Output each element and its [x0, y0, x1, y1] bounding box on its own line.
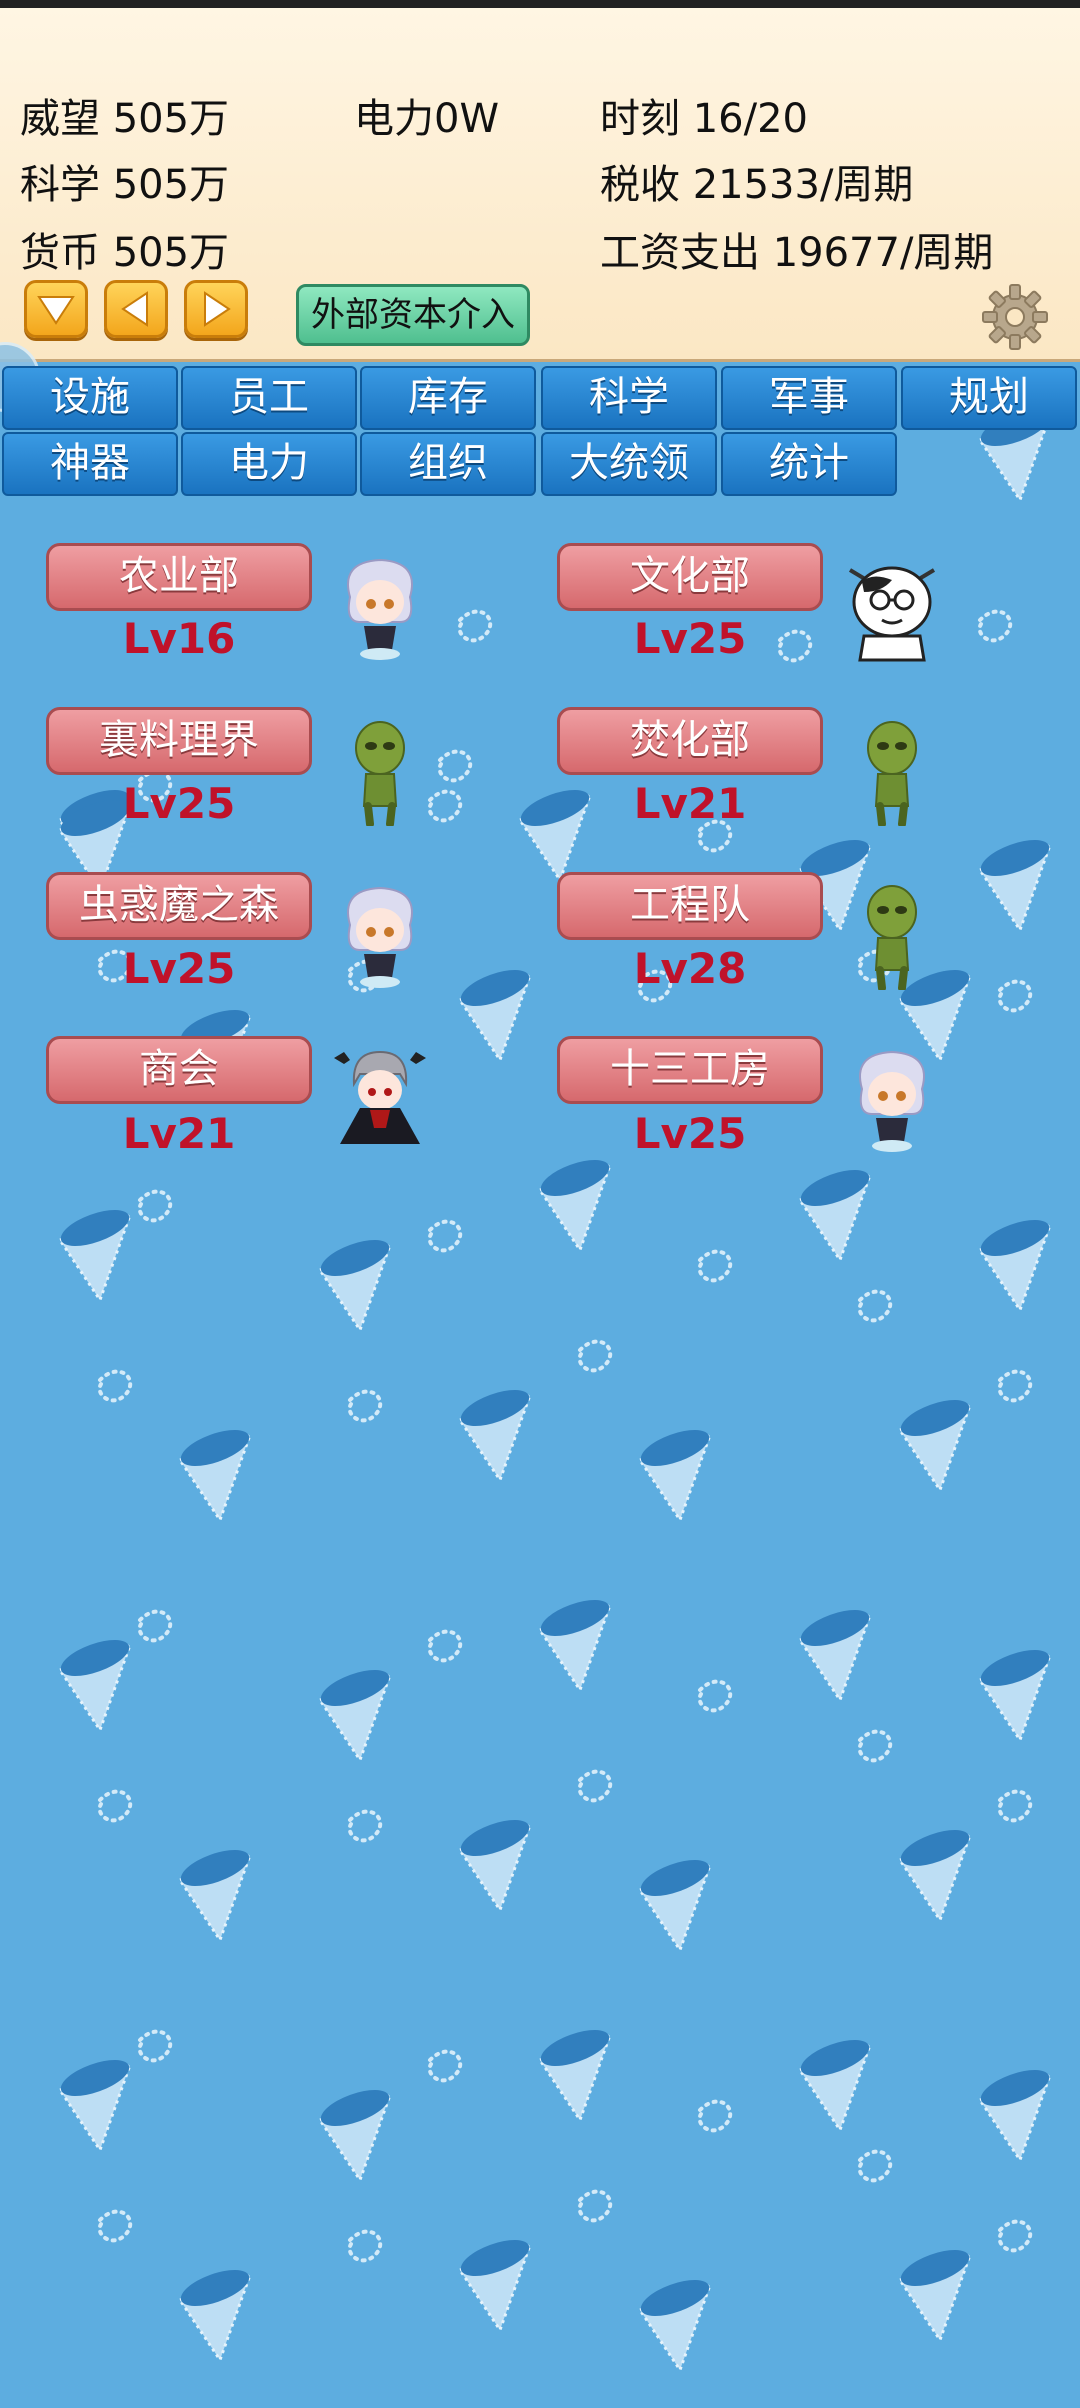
- tab-statistics[interactable]: 统计: [721, 432, 897, 496]
- dept-button-incineration[interactable]: 焚化部: [557, 707, 823, 775]
- tab-staff[interactable]: 员工: [181, 366, 357, 430]
- tab-science[interactable]: 科学: [541, 366, 717, 430]
- silver-hair-girl-avatar: [347, 558, 413, 660]
- silver-hair-girl-avatar: [859, 1050, 925, 1152]
- top-bar: [0, 0, 1080, 8]
- power-stat: 电力0W: [354, 96, 499, 142]
- tab-president[interactable]: 大统领: [541, 432, 717, 496]
- dept-button-thirteen-workshop[interactable]: 十三工房: [557, 1036, 823, 1104]
- dept-level: Lv21: [633, 779, 747, 828]
- dept-level: Lv25: [633, 614, 747, 663]
- dept-button-engineering[interactable]: 工程队: [557, 872, 823, 940]
- tab-military[interactable]: 军事: [721, 366, 897, 430]
- tab-inventory[interactable]: 库存: [360, 366, 536, 430]
- dept-button-cuisine[interactable]: 裏料理界: [46, 707, 312, 775]
- vampire-avatar: [334, 1050, 426, 1144]
- dept-level: Lv28: [633, 944, 747, 993]
- dept-level: Lv21: [122, 1109, 236, 1158]
- tab-power[interactable]: 电力: [181, 432, 357, 496]
- left-button[interactable]: [104, 280, 168, 338]
- wages-stat: 工资支出 19677/周期: [600, 230, 994, 276]
- currency-stat: 货币 505万: [20, 230, 230, 276]
- silver-hair-girl-avatar: [347, 886, 413, 988]
- gear-icon[interactable]: [980, 282, 1050, 352]
- green-goblin-avatar: [355, 721, 405, 826]
- tab-facilities[interactable]: 设施: [2, 366, 178, 430]
- dept-button-agriculture[interactable]: 农业部: [46, 543, 312, 611]
- status-header: 威望 505万 电力0W 时刻 16/20 科学 505万 税收 21533/周…: [0, 0, 1080, 362]
- tab-artifacts[interactable]: 神器: [2, 432, 178, 496]
- green-goblin-avatar: [867, 721, 917, 826]
- dept-level: Lv25: [122, 944, 236, 993]
- cow-with-glasses-avatar: [848, 566, 936, 662]
- dept-level: Lv25: [122, 779, 236, 828]
- prestige-stat: 威望 505万: [20, 96, 230, 142]
- external-capital-button[interactable]: 外部资本介入: [296, 284, 530, 346]
- dept-level: Lv25: [633, 1109, 747, 1158]
- right-button[interactable]: [184, 280, 248, 338]
- time-stat: 时刻 16/20: [600, 96, 808, 142]
- tax-stat: 税收 21533/周期: [600, 162, 914, 208]
- tab-planning[interactable]: 规划: [901, 366, 1077, 430]
- green-goblin-avatar: [867, 885, 917, 990]
- tab-organization[interactable]: 组织: [360, 432, 536, 496]
- dept-button-chamber-of-commerce[interactable]: 商会: [46, 1036, 312, 1104]
- down-button[interactable]: [24, 280, 88, 338]
- arrow-left-icon: [121, 291, 148, 327]
- arrow-right-icon: [204, 291, 231, 327]
- dept-level: Lv16: [122, 614, 236, 663]
- arrow-down-icon: [37, 296, 75, 325]
- dept-button-culture[interactable]: 文化部: [557, 543, 823, 611]
- science-stat: 科学 505万: [20, 162, 230, 208]
- dept-button-insect-forest[interactable]: 虫惑魔之森: [46, 872, 312, 940]
